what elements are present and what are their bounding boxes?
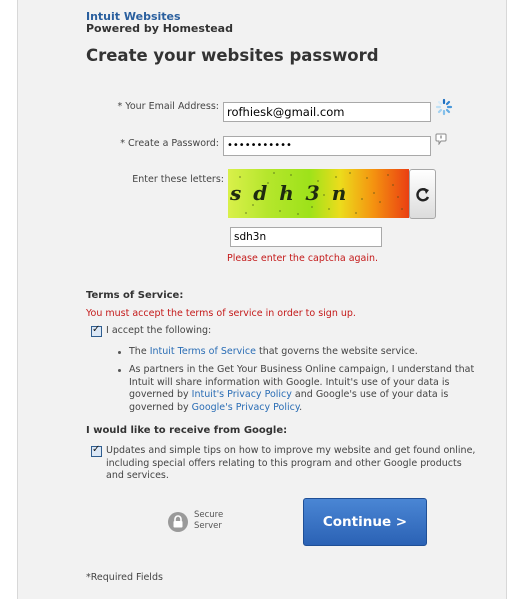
- intuit-terms-link[interactable]: Intuit Terms of Service: [150, 346, 256, 357]
- continue-button[interactable]: Continue >: [303, 498, 427, 546]
- captcha-label: Enter these letters:: [132, 174, 224, 185]
- google-line-2: including special offers relating to thi…: [106, 457, 462, 469]
- page-title: Create your websites password: [86, 46, 379, 65]
- google-heading: I would like to receive from Google:: [86, 425, 288, 436]
- refresh-icon: [416, 188, 430, 202]
- email-label: * Your Email Address:: [117, 101, 219, 112]
- secure-line-1: Secure: [194, 510, 224, 520]
- accept-terms-checkbox[interactable]: ✓: [91, 324, 102, 337]
- lock-glyph: [173, 515, 183, 528]
- terms-bullet-1: The Intuit Terms of Service that governs…: [129, 346, 418, 359]
- secure-server-text: Secure Server: [194, 510, 223, 532]
- secure-server-badge: Secure Server: [168, 510, 228, 536]
- line-4-pre: governed by: [129, 401, 192, 413]
- google-privacy-policy-link[interactable]: Google's Privacy Policy: [192, 402, 299, 413]
- captcha-image: sdh3n: [228, 169, 409, 218]
- email-field[interactable]: rofhiesk@gmail.com: [223, 102, 431, 122]
- google-updates-checkbox[interactable]: ✓: [91, 444, 102, 457]
- check-mark-icon: ✓: [92, 324, 101, 335]
- terms-bullet-2-line-2: Intuit will share information with Googl…: [129, 376, 450, 388]
- terms-heading: Terms of Service:: [86, 290, 184, 301]
- google-line-1: Updates and simple tips on how to improv…: [106, 445, 476, 456]
- powered-by: Powered by Homestead: [86, 22, 233, 35]
- loading-spinner-icon: [435, 98, 453, 116]
- captcha-input[interactable]: sdh3n: [230, 227, 382, 247]
- terms-bullet-2: As partners in the Get Your Business Onl…: [129, 364, 474, 414]
- terms-bullet-2-line-3: governed by Intuit's Privacy Policy and …: [129, 389, 474, 402]
- google-updates-label: Updates and simple tips on how to improv…: [106, 445, 475, 483]
- captcha-image-text: sdh3n: [230, 181, 359, 205]
- captcha-refresh-button[interactable]: [409, 169, 436, 219]
- terms-bullet-1-post: that governs the website service.: [255, 346, 418, 357]
- line-3-pre: governed by: [129, 389, 192, 400]
- check-mark-icon: ✓: [92, 444, 101, 455]
- terms-bullet-2-line-1: As partners in the Get Your Business Onl…: [129, 364, 475, 375]
- intuit-privacy-policy-link[interactable]: Intuit's Privacy Policy: [192, 389, 292, 400]
- captcha-error: Please enter the captcha again.: [227, 253, 379, 264]
- terms-error: You must accept the terms of service in …: [86, 308, 356, 319]
- required-fields-note: *Required Fields: [86, 572, 163, 583]
- terms-bullet-2-line-4: governed by Google's Privacy Policy.: [129, 402, 474, 415]
- info-bubble-icon: [435, 133, 447, 145]
- lock-icon: [168, 512, 188, 532]
- bullet-dot: [118, 351, 121, 354]
- google-line-3: and services.: [106, 470, 169, 481]
- password-field[interactable]: •••••••••••: [223, 136, 431, 156]
- accept-terms-label: I accept the following:: [106, 325, 212, 336]
- secure-line-2: Server: [194, 521, 222, 531]
- password-label: * Create a Password:: [120, 138, 219, 149]
- terms-bullet-1-pre: The: [129, 346, 150, 357]
- line-3-post: and Google's use of your data is: [291, 389, 449, 400]
- line-4-post: .: [299, 401, 303, 413]
- bullet-dot: [118, 369, 121, 372]
- brand-block: Intuit Websites Powered by Homestead: [86, 11, 233, 35]
